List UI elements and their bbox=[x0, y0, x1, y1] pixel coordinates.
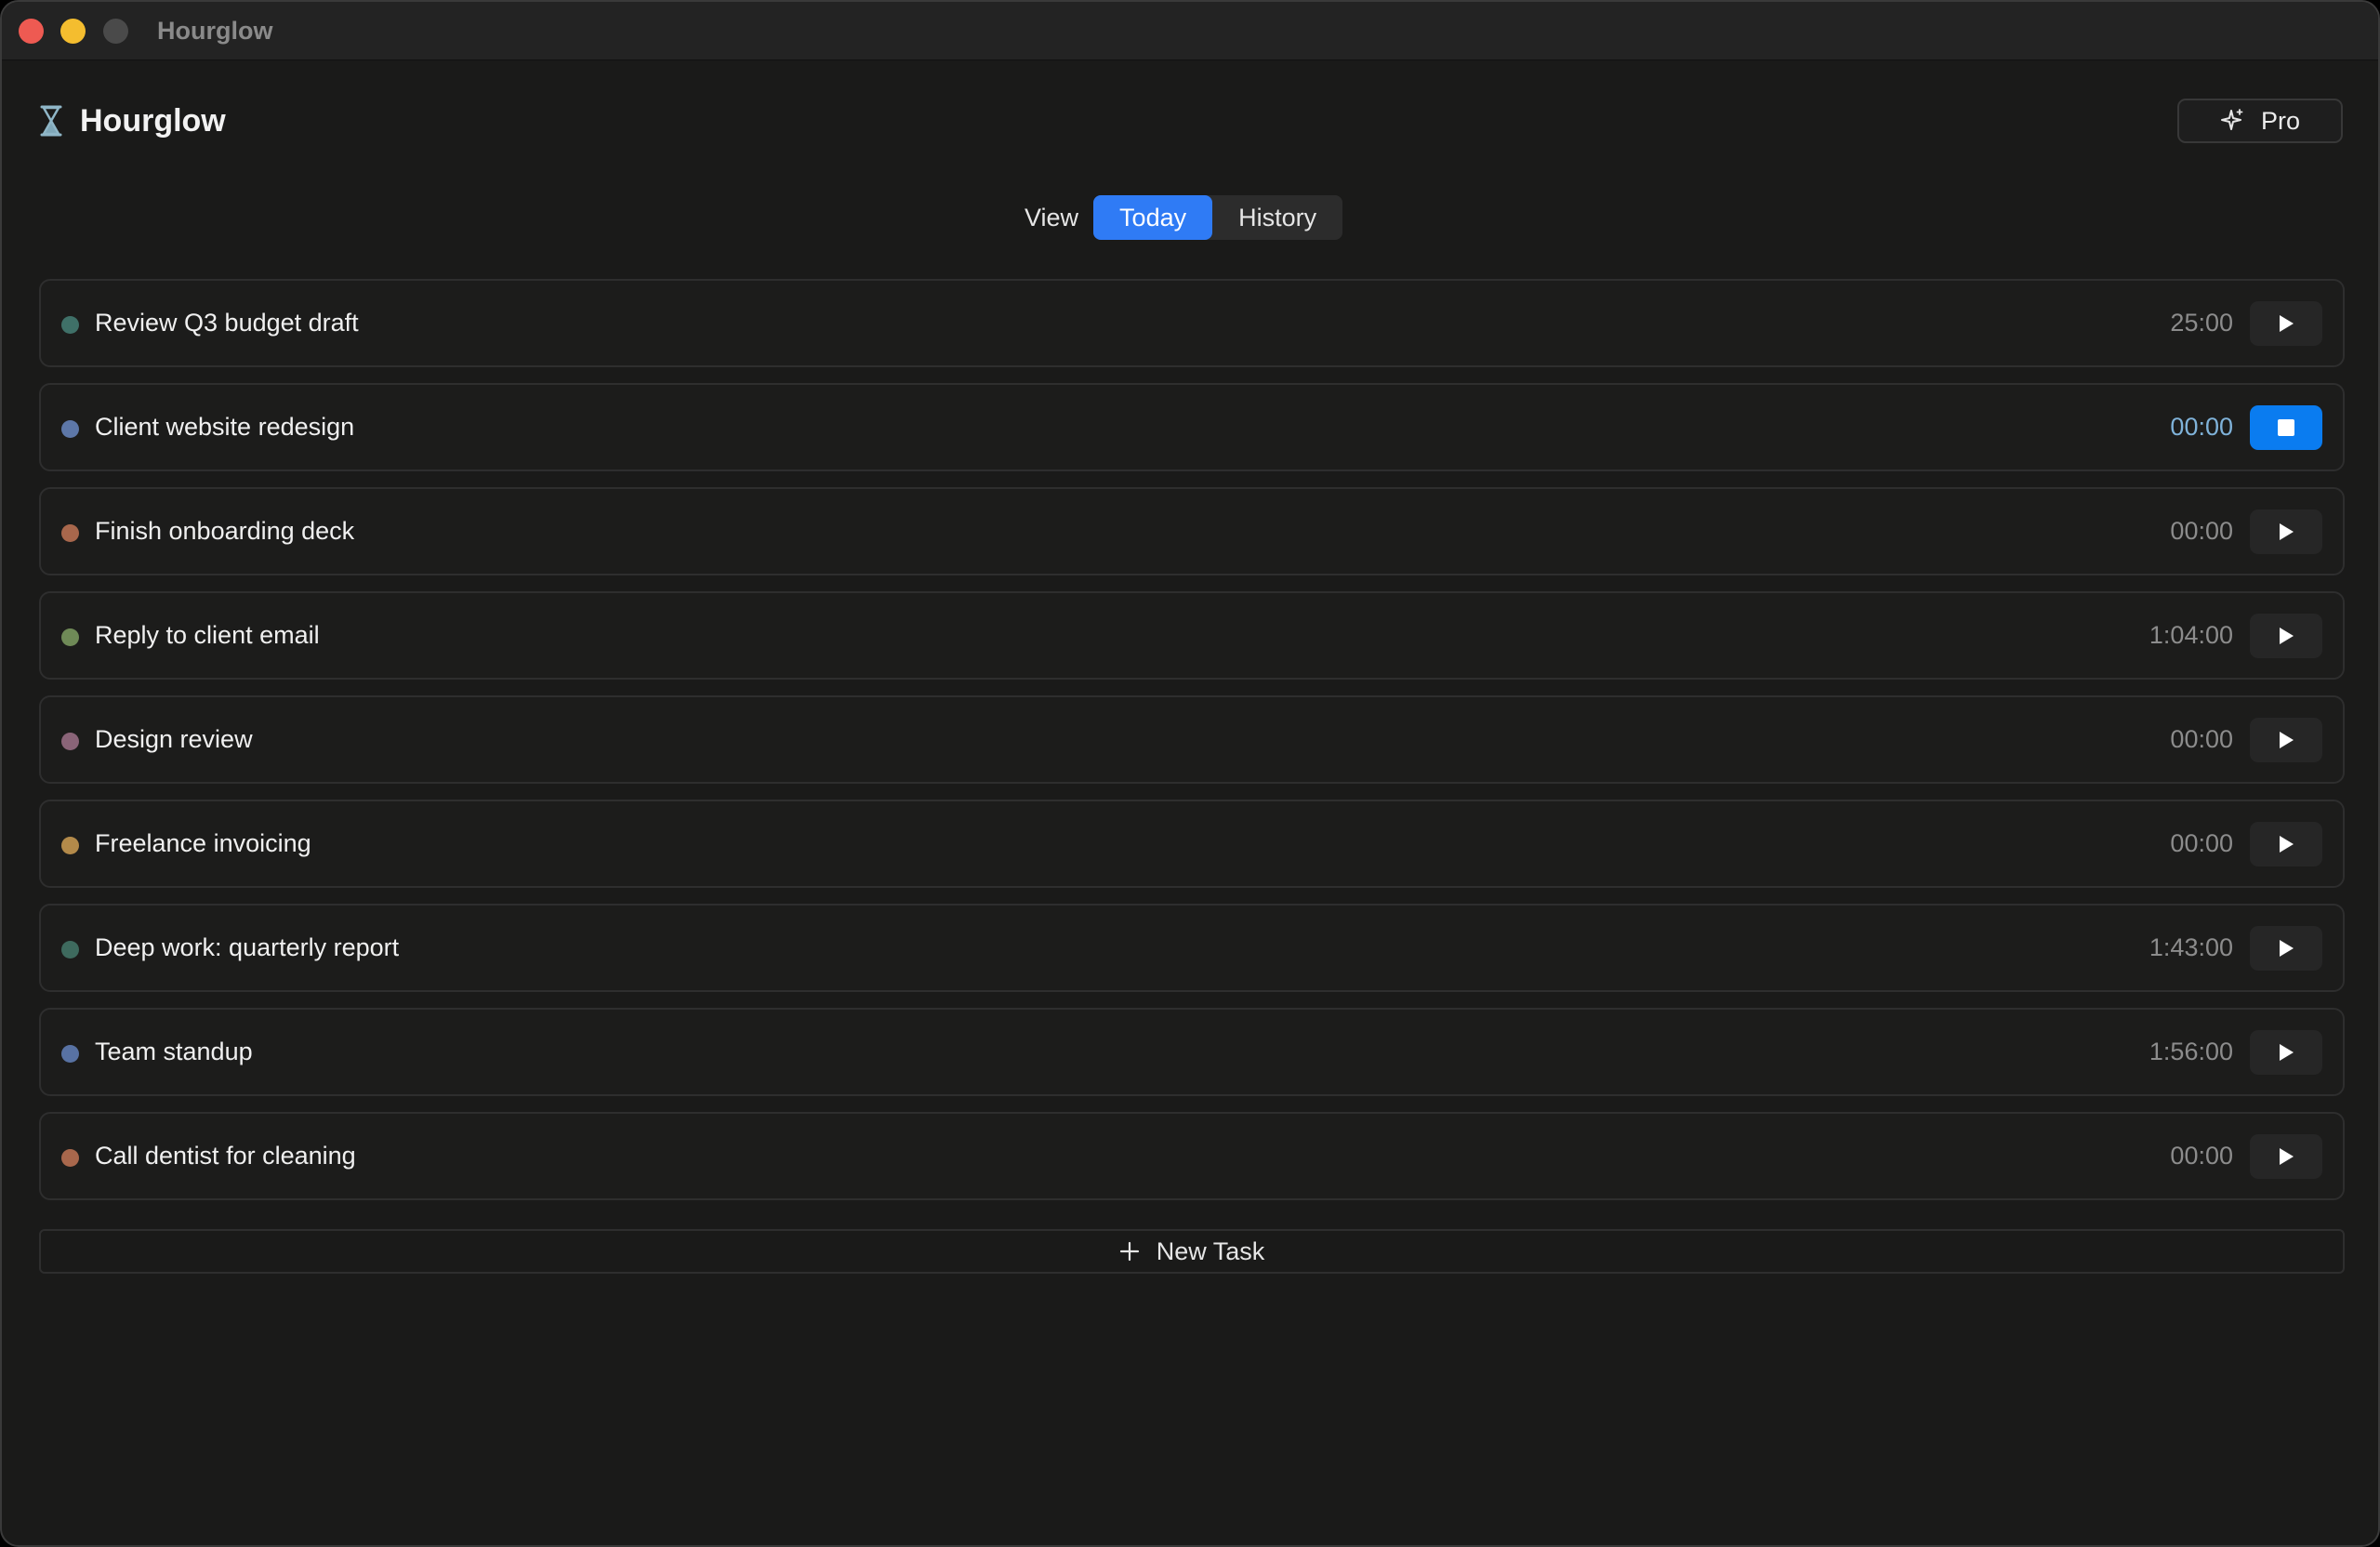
task-elapsed-time: 00:00 bbox=[2170, 829, 2233, 857]
start-timer-button[interactable] bbox=[2250, 822, 2322, 866]
app-header: Hourglow bbox=[39, 99, 226, 143]
pro-label: Pro bbox=[2260, 106, 2301, 135]
task-elapsed-time: 00:00 bbox=[2170, 413, 2233, 441]
task-name: Review Q3 budget draft bbox=[95, 309, 359, 337]
view-switcher: View Today History bbox=[1025, 195, 1343, 240]
play-icon bbox=[2280, 940, 2294, 957]
task-name: Finish onboarding deck bbox=[95, 517, 355, 545]
task-elapsed-time: 25:00 bbox=[2170, 309, 2233, 337]
close-window-button[interactable] bbox=[19, 19, 44, 44]
start-timer-button[interactable] bbox=[2250, 1134, 2322, 1179]
task-row[interactable]: Review Q3 budget draft 25:00 bbox=[39, 279, 2345, 367]
view-label: View bbox=[1025, 203, 1079, 231]
start-timer-button[interactable] bbox=[2250, 614, 2322, 658]
play-icon bbox=[2280, 523, 2294, 540]
start-timer-button[interactable] bbox=[2250, 1030, 2322, 1075]
task-color-dot bbox=[61, 420, 79, 438]
play-icon bbox=[2280, 628, 2294, 644]
task-list: Review Q3 budget draft 25:00 Client websit… bbox=[39, 279, 2345, 1216]
play-icon bbox=[2280, 836, 2294, 853]
new-task-label: New Task bbox=[1156, 1236, 1265, 1265]
title-bar: Hourglow bbox=[2, 2, 2378, 60]
new-task-button[interactable]: New Task bbox=[39, 1229, 2345, 1274]
zoom-window-button[interactable] bbox=[103, 19, 128, 44]
task-elapsed-time: 00:00 bbox=[2170, 725, 2233, 753]
task-row[interactable]: Client website redesign 00:00 bbox=[39, 383, 2345, 471]
view-segmented-control: Today History bbox=[1093, 195, 1343, 240]
app-window: Hourglow Hourglow Pro View Today History… bbox=[0, 0, 2380, 1547]
task-name: Call dentist for cleaning bbox=[95, 1142, 356, 1170]
play-icon bbox=[2280, 1044, 2294, 1061]
task-row[interactable]: Deep work: quarterly report 1:43:00 bbox=[39, 904, 2345, 992]
start-timer-button[interactable] bbox=[2250, 509, 2322, 554]
task-name: Freelance invoicing bbox=[95, 829, 311, 857]
task-color-dot bbox=[61, 524, 79, 542]
start-timer-button[interactable] bbox=[2250, 301, 2322, 346]
task-row[interactable]: Team standup 1:56:00 bbox=[39, 1008, 2345, 1096]
play-icon bbox=[2280, 315, 2294, 332]
window-title: Hourglow bbox=[157, 17, 273, 45]
task-elapsed-time: 1:43:00 bbox=[2149, 933, 2233, 961]
task-row[interactable]: Design review 00:00 bbox=[39, 695, 2345, 784]
task-row[interactable]: Freelance invoicing 00:00 bbox=[39, 800, 2345, 888]
plus-icon bbox=[1119, 1241, 1139, 1262]
task-name: Client website redesign bbox=[95, 413, 355, 441]
task-row[interactable]: Reply to client email 1:04:00 bbox=[39, 591, 2345, 680]
task-color-dot bbox=[61, 1149, 79, 1167]
sparkle-icon bbox=[2220, 109, 2243, 130]
task-color-dot bbox=[61, 733, 79, 750]
task-elapsed-time: 00:00 bbox=[2170, 517, 2233, 545]
task-name: Team standup bbox=[95, 1038, 253, 1065]
task-elapsed-time: 1:56:00 bbox=[2149, 1038, 2233, 1065]
stop-timer-button[interactable] bbox=[2250, 405, 2322, 450]
minimize-window-button[interactable] bbox=[60, 19, 86, 44]
task-color-dot bbox=[61, 941, 79, 959]
play-icon bbox=[2280, 1148, 2294, 1165]
pro-button[interactable]: Pro bbox=[2177, 99, 2343, 143]
start-timer-button[interactable] bbox=[2250, 718, 2322, 762]
task-row[interactable]: Finish onboarding deck 00:00 bbox=[39, 487, 2345, 575]
task-name: Reply to client email bbox=[95, 621, 320, 649]
task-row[interactable]: Call dentist for cleaning 00:00 bbox=[39, 1112, 2345, 1200]
play-icon bbox=[2280, 732, 2294, 748]
stop-icon bbox=[2278, 419, 2294, 436]
start-timer-button[interactable] bbox=[2250, 926, 2322, 971]
task-elapsed-time: 1:04:00 bbox=[2149, 621, 2233, 649]
task-color-dot bbox=[61, 1045, 79, 1063]
task-color-dot bbox=[61, 628, 79, 646]
hourglass-icon bbox=[40, 105, 62, 137]
task-elapsed-time: 00:00 bbox=[2170, 1142, 2233, 1170]
tab-history[interactable]: History bbox=[1212, 195, 1342, 240]
app-name: Hourglow bbox=[80, 102, 226, 139]
task-color-dot bbox=[61, 837, 79, 854]
task-name: Design review bbox=[95, 725, 253, 753]
tab-today[interactable]: Today bbox=[1093, 195, 1213, 240]
task-color-dot bbox=[61, 316, 79, 334]
task-name: Deep work: quarterly report bbox=[95, 933, 400, 961]
